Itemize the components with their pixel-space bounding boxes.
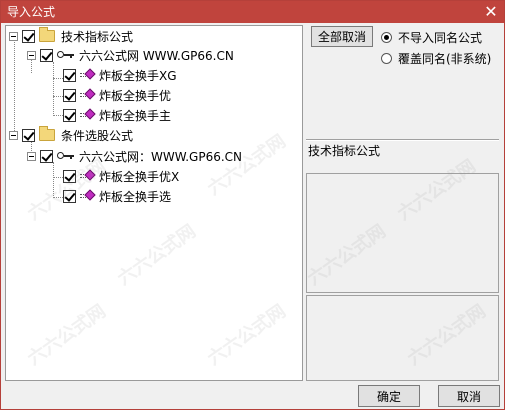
- dialog-title: 导入公式: [7, 5, 56, 19]
- source-checkbox[interactable]: [40, 149, 53, 163]
- formula-label: 炸板全换手选: [99, 189, 172, 204]
- ok-label: 确定: [376, 389, 401, 404]
- formula-icon: [80, 189, 96, 202]
- group-label: 条件选股公式: [61, 128, 134, 143]
- source-label: 六六公式网：WWW.GP66.CN: [79, 149, 243, 164]
- formula-icon: [80, 169, 96, 182]
- formula-tree[interactable]: 技术指标公式 六六公式网 WWW.GP66.CN 炸板全换手XG 炸板全换手优 …: [5, 25, 303, 381]
- tree-node-formula[interactable]: 炸板全换手选: [63, 187, 171, 205]
- tree-connector: [53, 62, 54, 116]
- description-panel: [306, 295, 499, 381]
- tree-connector: [53, 162, 54, 198]
- formula-icon: [80, 68, 96, 81]
- formula-checkbox[interactable]: [63, 189, 76, 203]
- radio-overwrite-duplicates[interactable]: 覆盖同名(非系统): [381, 50, 491, 67]
- import-formula-dialog: 导入公式 ✕ 技术指标公式 六六公式网 WWW.GP66.CN 炸板全换手XG …: [0, 0, 505, 410]
- collapse-icon[interactable]: [9, 31, 18, 41]
- radio-skip-duplicates[interactable]: 不导入同名公式: [381, 29, 482, 46]
- cancel-button[interactable]: 取消: [438, 385, 500, 407]
- formula-label: 炸板全换手优: [99, 88, 172, 103]
- formula-label: 炸板全换手主: [99, 108, 172, 123]
- tree-node-formula[interactable]: 炸板全换手优: [63, 86, 171, 104]
- divider: [306, 139, 499, 141]
- source-checkbox[interactable]: [40, 48, 53, 62]
- formula-label: 炸板全换手XG: [99, 68, 177, 83]
- section-label: 技术指标公式: [308, 144, 381, 158]
- formula-checkbox[interactable]: [63, 108, 76, 122]
- radio-label: 覆盖同名(非系统): [398, 52, 492, 66]
- tree-node-formula[interactable]: 炸板全换手主: [63, 106, 171, 124]
- tree-node-formula[interactable]: 炸板全换手XG: [63, 66, 177, 84]
- tree-node-group[interactable]: 技术指标公式: [9, 27, 133, 45]
- formula-icon: [80, 108, 96, 121]
- folder-icon: [39, 27, 55, 42]
- info-panel: [306, 173, 499, 293]
- cancel-all-label: 全部取消: [317, 30, 366, 44]
- collapse-icon[interactable]: [9, 130, 18, 140]
- tree-node-source[interactable]: 六六公式网：WWW.GP66.CN: [27, 147, 242, 165]
- key-icon: [57, 50, 75, 60]
- title-bar[interactable]: 导入公式 ✕: [1, 1, 504, 23]
- radio-button[interactable]: [381, 53, 392, 64]
- tree-node-source[interactable]: 六六公式网 WWW.GP66.CN: [27, 46, 234, 64]
- group-checkbox[interactable]: [22, 29, 35, 43]
- formula-icon: [80, 88, 96, 101]
- group-checkbox[interactable]: [22, 128, 35, 142]
- collapse-icon[interactable]: [27, 50, 36, 60]
- formula-checkbox[interactable]: [63, 88, 76, 102]
- tree-node-group[interactable]: 条件选股公式: [9, 126, 133, 144]
- folder-icon: [39, 126, 55, 141]
- ok-button[interactable]: 确定: [358, 385, 420, 407]
- cancel-label: 取消: [456, 389, 481, 404]
- collapse-icon[interactable]: [27, 151, 36, 161]
- tree-connector: [14, 39, 15, 135]
- radio-button[interactable]: [381, 32, 392, 43]
- formula-label: 炸板全换手优X: [99, 169, 180, 184]
- source-label: 六六公式网 WWW.GP66.CN: [79, 48, 234, 63]
- formula-checkbox[interactable]: [63, 169, 76, 183]
- radio-label: 不导入同名公式: [398, 31, 483, 45]
- cancel-all-button[interactable]: 全部取消: [311, 26, 373, 47]
- tree-node-formula[interactable]: 炸板全换手优X: [63, 167, 179, 185]
- close-icon: ✕: [484, 2, 498, 21]
- key-icon: [57, 151, 75, 161]
- group-label: 技术指标公式: [61, 29, 134, 44]
- formula-checkbox[interactable]: [63, 68, 76, 82]
- close-button[interactable]: ✕: [482, 3, 500, 21]
